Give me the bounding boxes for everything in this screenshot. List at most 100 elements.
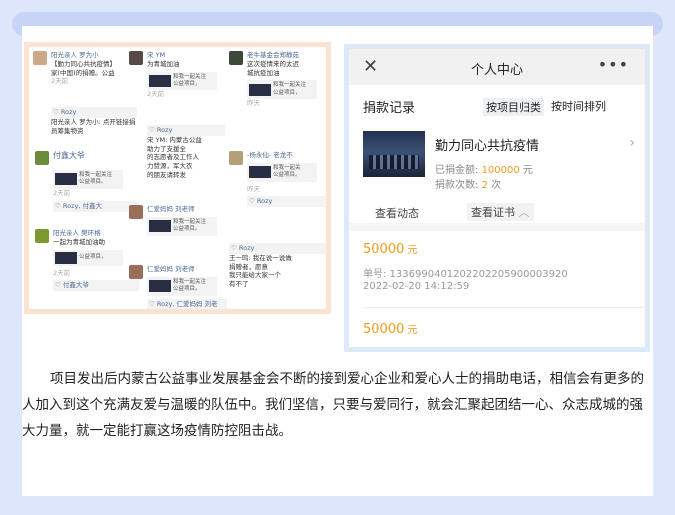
project-thumbnail[interactable] bbox=[363, 131, 425, 177]
post-text: 王一鸣: 我在说一说做 bbox=[229, 253, 292, 262]
chevron-up-icon: ︿ bbox=[518, 206, 530, 219]
moments-collage: 阳光亲人 罗为小 【勤力同心共抗疫情】 家(中国)的捐赠。公益 2天前 ♡ Ro… bbox=[24, 42, 331, 314]
count-unit: 次 bbox=[487, 180, 502, 191]
post-2: ♡ Rozy 阳光亲人 罗为小: 点开链接捐 员筹集物资 bbox=[51, 107, 137, 135]
post-4: 阳光亲人 樊环格 一起为青城加油助 公益项目， 2天前 ♡ 付鑫大爷 bbox=[53, 229, 139, 292]
post-author: 阳光亲人 罗为小 bbox=[51, 51, 99, 59]
post-author: 仁爱妈妈 刘老师 bbox=[147, 265, 195, 273]
record-amount-unit: 元 bbox=[404, 245, 418, 256]
avatar bbox=[129, 51, 143, 65]
post-time: 2天前 bbox=[51, 77, 69, 86]
post-text: 宋 YM: 内蒙古公益 bbox=[147, 135, 202, 144]
donation-count: 捐款次数: 2 次 bbox=[435, 176, 501, 191]
record-amount-value: 50000 bbox=[363, 242, 405, 257]
post-text: 家(中国)的捐赠。公益 bbox=[51, 68, 115, 77]
post-text: 这次疫情来的太迟 bbox=[247, 59, 299, 68]
post-author: 付鑫大爷 bbox=[53, 151, 85, 160]
like-name: Rozy, 付鑫大 bbox=[62, 202, 102, 211]
post-text: 为青城加油 bbox=[147, 59, 180, 68]
avatar bbox=[35, 151, 49, 165]
record-amount: 50000 元 bbox=[363, 241, 418, 257]
post-text: 力赞源，军大衣 bbox=[147, 162, 193, 171]
post-6: ♡ Rozy 宋 YM: 内蒙古公益 助力了支援全 的志愿者及工作人 力赞源，军… bbox=[147, 125, 225, 180]
share-title: 公益项目， bbox=[79, 253, 107, 260]
heart-icon: ♡ bbox=[249, 197, 255, 206]
record-amount-unit: 元 bbox=[404, 325, 418, 336]
share-sub: 公益项目。 bbox=[173, 226, 201, 233]
post-text: 有不了 bbox=[229, 280, 249, 289]
donation-record-screenshot: ✕ 个人中心 ••• 捐款记录 按项目归类 按时间排列 勤力同心共抗疫情 › 已… bbox=[344, 44, 650, 352]
post-11: ♡ Rozy 王一鸣: 我在说一说做 捐赠者，愿意 我只能给大家一个 有不了 bbox=[229, 243, 326, 289]
avatar bbox=[129, 265, 143, 279]
post-time: 2天前 bbox=[147, 90, 165, 99]
avatar bbox=[33, 51, 47, 65]
project-name[interactable]: 勤力同心共抗疫情 bbox=[435, 135, 539, 154]
share-sub: 公益项目。 bbox=[173, 286, 201, 293]
post-text: 员筹集物资 bbox=[51, 126, 84, 135]
count-label: 捐款次数: bbox=[435, 180, 482, 191]
share-sub: 公益项目。 bbox=[79, 179, 107, 186]
like-name: 付鑫大爷 bbox=[62, 281, 89, 290]
tab-by-time[interactable]: 按时间排列 bbox=[551, 98, 606, 114]
share-sub: 公益项目， bbox=[273, 89, 301, 96]
avatar bbox=[229, 51, 243, 65]
post-7: 仁爱妈妈 刘老师 和我一起关注 公益项目。 bbox=[147, 205, 225, 236]
like-name: Rozy bbox=[238, 244, 255, 252]
certificate-label: 查看证书 bbox=[471, 206, 515, 219]
heart-icon: ♡ bbox=[149, 126, 155, 134]
post-text: 一起为青城加油助 bbox=[53, 237, 105, 246]
more-icon[interactable]: ••• bbox=[598, 55, 629, 74]
post-9: 老牛基金会郑静茹 这次疫情来的太迟 城抗疫加油 和我一起关注 公益项目， 昨天 bbox=[247, 51, 326, 108]
section-title: 捐款记录 bbox=[363, 101, 416, 116]
post-time: 2天前 bbox=[53, 268, 71, 277]
view-updates-button[interactable]: 查看动态 bbox=[375, 205, 419, 221]
post-author: 宋 YM bbox=[147, 51, 166, 59]
heart-icon: ♡ bbox=[53, 108, 59, 116]
post-5: 宋 YM 为青城加油 和我一起关注 公益项目， 2天前 bbox=[147, 51, 225, 99]
phone-header: ✕ 个人中心 ••• bbox=[349, 49, 645, 85]
share-title: 和我一起关注 bbox=[173, 278, 207, 285]
share-title: 和我一起关注 bbox=[173, 218, 207, 225]
post-author: 仁爱妈妈 刘老师 bbox=[147, 205, 195, 213]
divider bbox=[363, 307, 645, 308]
like-name: Rozy bbox=[156, 126, 173, 134]
record-serial: 单号: 1336990401202202205900003920 bbox=[363, 269, 568, 280]
share-sub: 公益项目， bbox=[173, 80, 201, 87]
post-3: 付鑫大爷 和我一起关注 公益项目。 2天前 ♡ Rozy, 付鑫大 bbox=[53, 151, 139, 213]
avatar bbox=[35, 229, 49, 243]
post-author: 老牛基金会郑静茹 bbox=[247, 51, 299, 59]
heart-icon: ♡ bbox=[55, 281, 61, 290]
avatar bbox=[229, 151, 243, 165]
post-text: 助力了支援全 bbox=[147, 144, 186, 153]
divider bbox=[349, 223, 645, 231]
chevron-right-icon[interactable]: › bbox=[629, 135, 635, 151]
post-author: 阳光亲人 樊环格 bbox=[53, 229, 101, 237]
post-8: 仁爱妈妈 刘老师 和我一起关注 公益项目。 ♡ Rozy, 仁爱妈妈 刘老 bbox=[147, 265, 227, 309]
article-card: 阳光亲人 罗为小 【勤力同心共抗疫情】 家(中国)的捐赠。公益 2天前 ♡ Ro… bbox=[22, 26, 653, 496]
record-amount-value: 50000 bbox=[363, 322, 405, 337]
raised-label: 已捐金额: bbox=[435, 165, 482, 176]
post-text: 【勤力同心共抗疫情】 bbox=[51, 59, 116, 68]
share-sub: 公益项目。 bbox=[273, 172, 301, 179]
post-10: -杨永仙- 老龙不 和我一起关 公益项目。 昨天 ♡ Rozy bbox=[247, 151, 326, 208]
raised-amount: 已捐金额: 100000 元 bbox=[435, 161, 533, 176]
share-title: 和我一起关注 bbox=[273, 82, 307, 89]
post-1: 阳光亲人 罗为小 【勤力同心共抗疫情】 家(中国)的捐赠。公益 2天前 bbox=[51, 51, 127, 86]
share-title: 和我一起关 bbox=[273, 164, 301, 171]
post-text: 我只能给大家一个 bbox=[229, 271, 281, 280]
like-name: Rozy, 仁爱妈妈 刘老 bbox=[156, 299, 218, 308]
post-time: 2天前 bbox=[53, 188, 71, 197]
post-text: 阳光亲人 罗为小: 点开链接捐 bbox=[51, 117, 136, 126]
record-amount: 50000 元 bbox=[363, 321, 418, 337]
like-name: Rozy bbox=[256, 197, 273, 206]
view-certificate-button[interactable]: 查看证书 ︿ bbox=[467, 203, 534, 221]
share-title: 和我一起关注 bbox=[173, 73, 207, 80]
article-paragraph: 项目发出后内蒙古公益事业发展基金会不断的接到爱心企业和爱心人士的捐助电话，相信会… bbox=[22, 371, 644, 439]
like-name: Rozy bbox=[60, 108, 77, 116]
heart-icon: ♡ bbox=[149, 299, 155, 308]
post-time: 昨天 bbox=[247, 184, 260, 193]
tab-by-project[interactable]: 按项目归类 bbox=[483, 98, 544, 116]
post-text: 的朋友请转发 bbox=[147, 170, 186, 179]
post-text: 的志愿者及工作人 bbox=[147, 153, 199, 162]
post-author: -杨永仙- 老龙不 bbox=[247, 151, 293, 159]
